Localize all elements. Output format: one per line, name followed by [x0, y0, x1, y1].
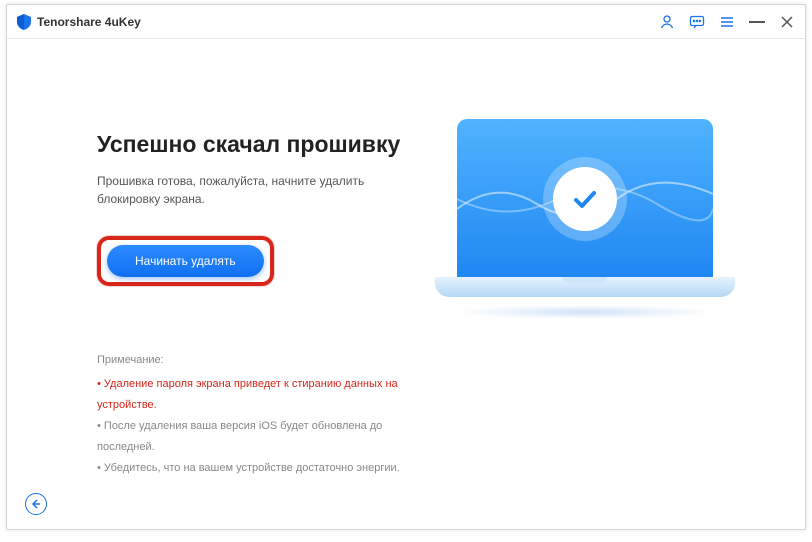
start-remove-button[interactable]: Начинать удалять [107, 245, 264, 277]
note-item: • Удаление пароля экрана приведет к стир… [97, 374, 426, 416]
app-title: Tenorshare 4uKey [37, 15, 141, 29]
user-icon[interactable] [659, 14, 675, 30]
back-button[interactable] [25, 493, 47, 515]
feedback-icon[interactable] [689, 14, 705, 30]
note-item: • Убедитесь, что на вашем устройстве дос… [97, 458, 426, 479]
page-subtext: Прошивка готова, пожалуйста, начните уда… [97, 172, 426, 208]
laptop-graphic [435, 119, 735, 319]
menu-icon[interactable] [719, 14, 735, 30]
note-item: • После удаления ваша версия iOS будет о… [97, 416, 426, 458]
laptop-notch [563, 277, 607, 283]
app-window: Tenorshare 4uKey Успешно скачал прошивку… [6, 4, 806, 530]
minimize-button[interactable] [749, 14, 765, 30]
page-heading: Успешно скачал прошивку [97, 131, 426, 158]
laptop-screen [457, 119, 713, 279]
notes-title: Примечание: [97, 354, 426, 366]
laptop-shadow [455, 305, 715, 319]
main-content: Успешно скачал прошивку Прошивка готова,… [7, 39, 805, 529]
app-logo: Tenorshare 4uKey [17, 14, 141, 30]
close-button[interactable] [779, 14, 795, 30]
notes-section: Примечание: • Удаление пароля экрана при… [97, 354, 426, 478]
illustration [426, 119, 745, 529]
shield-icon [17, 14, 31, 30]
titlebar: Tenorshare 4uKey [7, 5, 805, 39]
titlebar-controls [659, 14, 795, 30]
left-panel: Успешно скачал прошивку Прошивка готова,… [97, 109, 426, 529]
highlight-ring: Начинать удалять [97, 236, 274, 286]
checkmark-icon [553, 167, 617, 231]
